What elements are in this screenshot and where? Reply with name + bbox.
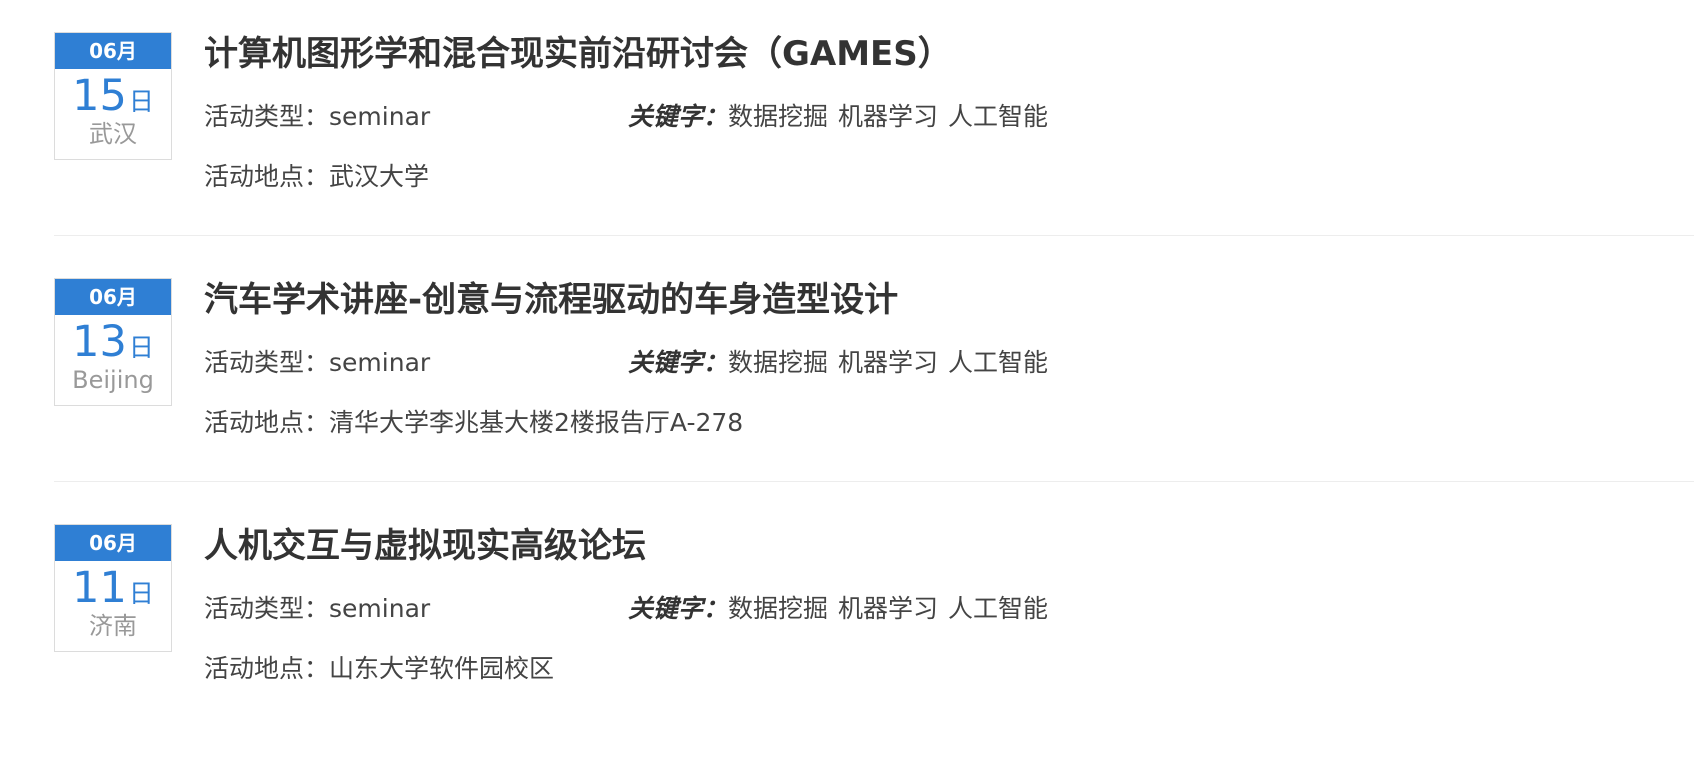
event-day-row: 15日 <box>55 71 171 121</box>
event-location-value: 清华大学李兆基大楼2楼报告厅A-278 <box>329 408 744 437</box>
keyword-tag[interactable]: 人工智能 <box>948 348 1048 377</box>
event-city: 武汉 <box>89 120 137 148</box>
event-divider <box>54 481 1694 482</box>
event-list: 06月 15日 武汉 计算机图形学和混合现实前沿研讨会（GAMES） 活动类型：… <box>54 32 1694 770</box>
keyword-tag[interactable]: 机器学习 <box>838 102 938 131</box>
event-keywords: 关键字：数据挖掘 机器学习 人工智能 <box>628 100 1058 134</box>
event-day-unit: 日 <box>128 333 154 362</box>
event-location-value: 武汉大学 <box>329 162 430 191</box>
event-city: 济南 <box>89 612 137 640</box>
keyword-tag[interactable]: 机器学习 <box>838 348 938 377</box>
event-title-link[interactable]: 人机交互与虚拟现实高级论坛 <box>204 524 646 568</box>
event-item: 06月 11日 济南 人机交互与虚拟现实高级论坛 活动类型：seminar 关键… <box>54 524 1694 770</box>
event-month: 06月 <box>55 525 171 561</box>
event-type-value: seminar <box>329 102 431 131</box>
event-meta-row: 活动类型：seminar 关键字：数据挖掘 机器学习 人工智能 <box>204 592 1048 626</box>
event-day: 13 <box>72 317 127 367</box>
event-keywords: 关键字：数据挖掘 机器学习 人工智能 <box>628 346 1058 380</box>
keyword-tag[interactable]: 人工智能 <box>948 594 1048 623</box>
event-day: 11 <box>72 563 127 613</box>
keywords-label: 关键字： <box>628 102 729 131</box>
event-location-row: 活动地点：武汉大学 <box>204 160 429 194</box>
event-city: Beijing <box>72 366 154 394</box>
keywords-label: 关键字： <box>628 348 729 377</box>
event-day: 15 <box>72 71 127 121</box>
event-month: 06月 <box>55 279 171 315</box>
keyword-tag[interactable]: 数据挖掘 <box>728 594 828 623</box>
event-day-row: 13日 <box>55 317 171 367</box>
event-day-unit: 日 <box>128 87 154 116</box>
event-meta-row: 活动类型：seminar 关键字：数据挖掘 机器学习 人工智能 <box>204 100 1048 134</box>
event-type-label: 活动类型： <box>204 594 330 623</box>
event-date-badge: 06月 11日 济南 <box>54 524 172 652</box>
event-day-row: 11日 <box>55 563 171 613</box>
event-date-badge: 06月 13日 Beijing <box>54 278 172 406</box>
event-day-unit: 日 <box>128 579 154 608</box>
keyword-tag[interactable]: 人工智能 <box>948 102 1048 131</box>
event-location-label: 活动地点： <box>204 162 330 191</box>
event-title-link[interactable]: 汽车学术讲座-创意与流程驱动的车身造型设计 <box>204 278 898 322</box>
event-type-value: seminar <box>329 594 431 623</box>
event-location-label: 活动地点： <box>204 408 330 437</box>
event-location-row: 活动地点：清华大学李兆基大楼2楼报告厅A-278 <box>204 406 743 440</box>
event-location-label: 活动地点： <box>204 654 330 683</box>
event-item: 06月 13日 Beijing 汽车学术讲座-创意与流程驱动的车身造型设计 活动… <box>54 278 1694 524</box>
keyword-tag[interactable]: 数据挖掘 <box>728 102 828 131</box>
event-type-value: seminar <box>329 348 431 377</box>
event-meta-row: 活动类型：seminar 关键字：数据挖掘 机器学习 人工智能 <box>204 346 1048 380</box>
keyword-tag[interactable]: 数据挖掘 <box>728 348 828 377</box>
event-month: 06月 <box>55 33 171 69</box>
keywords-label: 关键字： <box>628 594 729 623</box>
event-divider <box>54 235 1694 236</box>
event-location-row: 活动地点：山东大学软件园校区 <box>204 652 554 686</box>
event-keywords: 关键字：数据挖掘 机器学习 人工智能 <box>628 592 1058 626</box>
event-title-link[interactable]: 计算机图形学和混合现实前沿研讨会（GAMES） <box>204 32 952 76</box>
keyword-tag[interactable]: 机器学习 <box>838 594 938 623</box>
event-item: 06月 15日 武汉 计算机图形学和混合现实前沿研讨会（GAMES） 活动类型：… <box>54 32 1694 278</box>
event-date-badge: 06月 15日 武汉 <box>54 32 172 160</box>
event-type-label: 活动类型： <box>204 348 330 377</box>
event-type-label: 活动类型： <box>204 102 330 131</box>
event-location-value: 山东大学软件园校区 <box>329 654 555 683</box>
